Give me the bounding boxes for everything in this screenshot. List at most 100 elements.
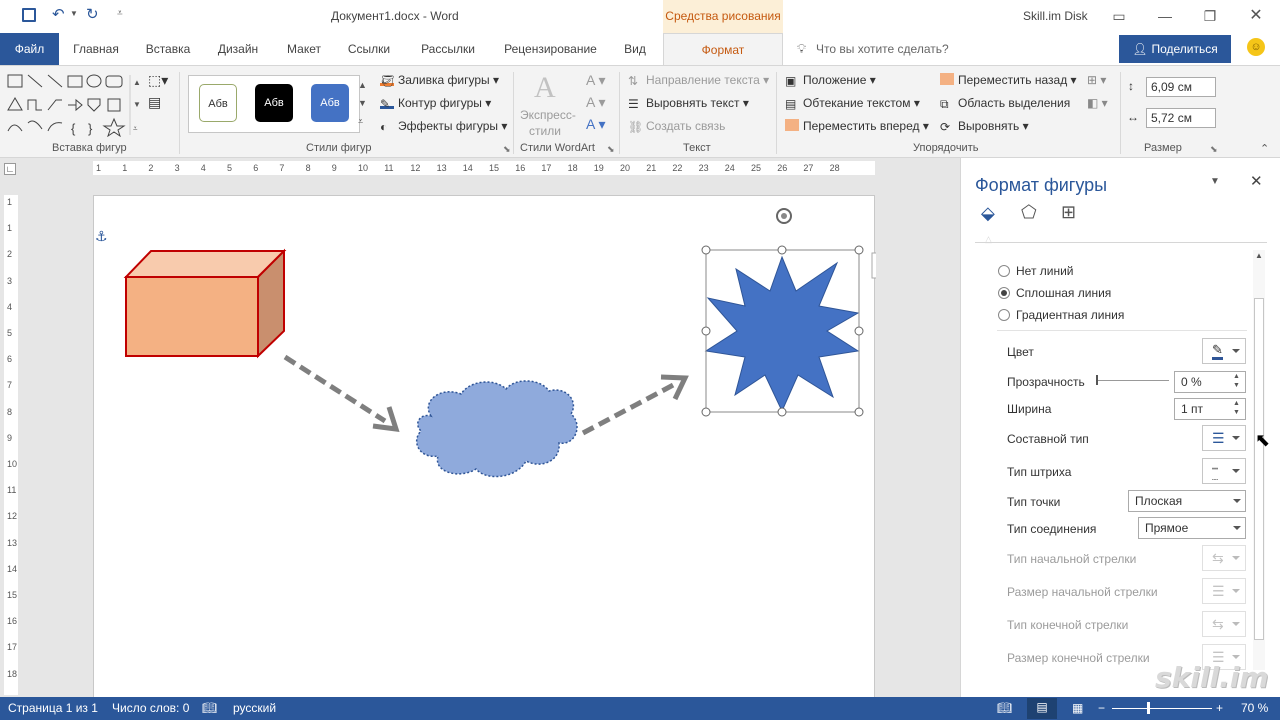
tab-home[interactable]: Главная <box>64 33 128 65</box>
account-name[interactable]: Skill.im Disk <box>1023 9 1088 23</box>
begin-arrow-type-button[interactable]: ⇆ <box>1202 545 1246 571</box>
minimize-icon[interactable]: — <box>1150 5 1180 27</box>
text-fill-icon[interactable]: A ▾ <box>586 72 605 89</box>
redo-icon[interactable]: ↻ <box>86 5 99 23</box>
dash-type-button[interactable]: ┅ ┈ <box>1202 458 1246 486</box>
zoom-level[interactable]: 70 % <box>1241 701 1268 715</box>
resize-handle[interactable] <box>701 407 711 417</box>
send-backward-button[interactable]: Переместить назад ▾ <box>940 73 1077 87</box>
dashed-arrow-1[interactable] <box>283 354 400 432</box>
document-page[interactable]: ⚓︎ <box>93 195 876 705</box>
tab-mailings[interactable]: Рассылки <box>413 33 483 65</box>
style-preset-outline[interactable]: Абв <box>199 84 237 122</box>
resize-handle[interactable] <box>854 326 864 336</box>
join-type-select[interactable]: Прямое <box>1138 517 1246 539</box>
vertical-ruler[interactable]: 1 1 2 3 4 5 6 7 8 9 10 11 12 13 14 15 16 17 18 <box>4 195 18 695</box>
resize-handle[interactable] <box>777 245 787 255</box>
print-layout-icon[interactable]: ▤ <box>1027 698 1057 719</box>
text-effects-icon[interactable]: A ▾ <box>586 116 605 133</box>
scrollbar-thumb[interactable] <box>1254 298 1264 640</box>
text-direction-button[interactable]: ⇅ Направление текста ▾ <box>628 73 769 88</box>
selection-pane-button[interactable]: ⧉ Область выделения <box>940 96 1070 111</box>
express-styles-label-1[interactable]: Экспресс- <box>520 108 576 122</box>
customize-qat-icon[interactable]: ⩡ <box>117 8 123 19</box>
shape-outline-button[interactable]: ✎ Контур фигуры ▾ <box>380 96 491 111</box>
align-objects-icon[interactable]: ⊞ ▾ <box>1087 73 1106 87</box>
shapes-gallery[interactable]: {} ▲ ▼ ⩡ <box>6 73 142 137</box>
layout-tab-icon[interactable]: ⊞ <box>1061 202 1076 223</box>
word-count[interactable]: Число слов: 0 <box>112 701 189 715</box>
cube-shape[interactable] <box>123 248 287 359</box>
web-layout-icon[interactable]: ▦ <box>1072 701 1083 715</box>
dialog-launcher-icon[interactable]: ⬊ <box>607 144 615 155</box>
dialog-launcher-icon[interactable]: ⬊ <box>1210 144 1218 155</box>
spin-icon[interactable]: ▲ ▼ <box>1233 372 1240 390</box>
line-color-button[interactable]: ✎ <box>1202 338 1246 364</box>
style-preset-black[interactable]: Абв <box>255 84 293 122</box>
end-arrow-type-button[interactable]: ⇆ <box>1202 611 1246 637</box>
express-styles-label-2[interactable]: стили <box>529 124 561 138</box>
transparency-slider[interactable] <box>1097 380 1169 381</box>
resize-handle[interactable] <box>701 245 711 255</box>
cloud-shape[interactable] <box>416 380 578 478</box>
tab-view[interactable]: Вид <box>615 33 655 65</box>
resize-handle[interactable] <box>854 407 864 417</box>
effects-tab-icon[interactable]: ⬠ <box>1021 202 1037 223</box>
tell-me-input[interactable]: Что вы хотите сделать? <box>816 42 949 56</box>
width-input[interactable]: 5,72 см <box>1146 108 1216 128</box>
undo-icon[interactable]: ↶ <box>52 5 65 23</box>
zoom-slider-thumb[interactable] <box>1147 702 1150 714</box>
resize-handle[interactable] <box>854 245 864 255</box>
zoom-out-icon[interactable]: − <box>1098 701 1105 715</box>
save-icon[interactable] <box>22 8 36 22</box>
styles-gallery-scroll-icon[interactable]: ▲ ▼ ⩡ <box>358 76 367 130</box>
position-button[interactable]: ▣ Положение ▾ <box>785 73 876 88</box>
tab-file[interactable]: Файл <box>0 33 59 65</box>
gradient-line-radio[interactable]: Градиентная линия <box>998 308 1124 322</box>
tab-design[interactable]: Дизайн <box>209 33 267 65</box>
collapse-ribbon-icon[interactable]: ⌃ <box>1260 142 1269 155</box>
begin-arrow-size-button[interactable]: ☰ <box>1202 578 1246 604</box>
shape-effects-button[interactable]: ◐ Эффекты фигуры ▾ <box>380 119 507 134</box>
create-link-button[interactable]: ⛓ Создать связь <box>628 119 725 134</box>
group-objects-icon[interactable]: ◧ ▾ <box>1087 96 1108 110</box>
ribbon-display-icon[interactable]: ▭ <box>1104 5 1134 27</box>
resize-handle[interactable] <box>777 407 787 417</box>
no-line-radio[interactable]: Нет линий <box>998 264 1074 278</box>
dashed-arrow-2[interactable] <box>581 374 689 436</box>
proofing-icon[interactable]: 📖︎ <box>202 701 217 715</box>
bring-forward-button[interactable]: Переместить вперед ▾ <box>785 119 929 133</box>
dialog-launcher-icon[interactable]: ⬊ <box>503 144 511 155</box>
rotate-button[interactable]: ⟳ Выровнять ▾ <box>940 119 1029 134</box>
page-count[interactable]: Страница 1 из 1 <box>8 701 98 715</box>
smiley-icon[interactable]: ☺ <box>1247 38 1265 56</box>
fill-line-tab-icon[interactable]: ⬙ <box>981 203 995 224</box>
shape-fill-button[interactable]: 🪣︎ Заливка фигуры ▾ <box>380 73 499 88</box>
tab-review[interactable]: Рецензирование <box>498 33 603 65</box>
resize-handle[interactable] <box>701 326 711 336</box>
close-icon[interactable]: ✕ <box>1241 5 1271 27</box>
star-shape[interactable] <box>704 255 860 413</box>
zoom-in-icon[interactable]: + <box>1216 701 1223 715</box>
tab-layout[interactable]: Макет <box>277 33 331 65</box>
layout-options-icon[interactable] <box>871 252 876 279</box>
text-outline-icon[interactable]: A ▾ <box>586 94 605 111</box>
wrap-text-button[interactable]: ▤ Обтекание текстом ▾ <box>785 96 920 111</box>
read-mode-icon[interactable]: 📖︎ <box>997 701 1012 715</box>
align-text-button[interactable]: ☰ Выровнять текст ▾ <box>628 96 749 111</box>
edit-shape-icon[interactable]: ⬚▾ <box>148 72 168 89</box>
tab-selector-icon[interactable]: ∟ <box>4 163 16 175</box>
compound-type-button[interactable]: ☰ <box>1202 425 1246 451</box>
horizontal-ruler[interactable]: 1 1 2 3 4 5 6 7 8 9 10 11 12 13 14 15 16 17 18 19 20 21 22 23 24… <box>93 161 875 175</box>
cap-type-select[interactable]: Плоская <box>1128 490 1246 512</box>
style-preset-blue[interactable]: Абв <box>311 84 349 122</box>
solid-line-radio[interactable]: Сплошная линия <box>998 286 1111 300</box>
spin-icon[interactable]: ▲ ▼ <box>1233 399 1240 417</box>
transparency-slider-thumb[interactable] <box>1096 375 1098 385</box>
tab-references[interactable]: Ссылки <box>341 33 397 65</box>
scroll-up-icon[interactable]: ▲ <box>1255 251 1263 260</box>
tab-format[interactable]: Формат <box>663 33 783 66</box>
rotate-handle-icon[interactable] <box>776 208 792 224</box>
pane-close-icon[interactable]: ✕ <box>1250 172 1263 190</box>
undo-dropdown-icon[interactable]: ▼ <box>70 9 78 18</box>
